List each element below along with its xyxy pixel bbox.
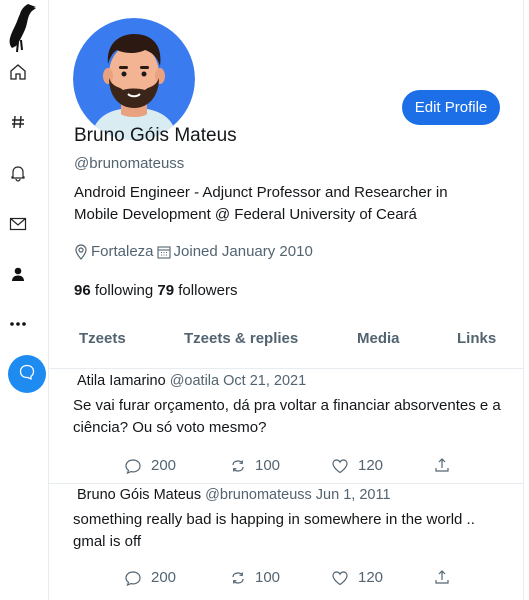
tweet-date: Oct 21, 2021 [223,373,307,389]
compose-button[interactable] [8,355,46,393]
tweet-text: something really bad is happing in somew… [73,511,475,550]
retweet-icon [232,459,244,472]
divider [49,368,523,369]
like-button[interactable]: 120 [331,569,383,586]
bell-icon[interactable] [8,163,28,183]
tweet-actions: 200 100 120 [49,457,523,477]
location-pin-icon [74,243,88,260]
following-count: 96 [74,282,91,299]
profile-main: Edit Profile Bruno Góis Mateus @brunomat… [48,0,524,600]
profile-joined: Joined January 2010 [173,243,313,260]
share-icon [435,458,449,472]
profile-meta: Fortaleza Joined January 2010 [74,243,313,260]
tab-tzeets-replies[interactable]: Tzeets & replies [184,330,298,347]
following-link[interactable]: 96 following [74,282,153,299]
tab-links[interactable]: Links [457,330,496,347]
tweet-author[interactable]: Bruno Góis Mateus [77,487,201,503]
tweet-header: Bruno Góis Mateus @brunomateuss Jun 1, 2… [77,487,391,503]
like-icon [332,458,348,473]
raven-logo-icon[interactable] [6,2,40,59]
reply-icon [125,458,141,474]
mail-icon[interactable] [8,214,28,234]
reply-count: 200 [151,457,177,474]
tweet-author[interactable]: Atila Iamarino [77,373,166,389]
profile-bio: Android Engineer - Adjunct Professor and… [74,184,448,223]
share-button[interactable] [434,457,459,473]
calendar-icon [156,245,171,259]
retweet-count: 100 [255,457,281,474]
tab-tzeets[interactable]: Tzeets [79,330,126,347]
divider [49,483,523,484]
followers-count: 79 [157,282,175,299]
reply-button[interactable]: 200 [124,569,176,586]
reply-icon [125,570,141,586]
more-icon[interactable] [8,314,28,334]
profile-tabs: Tzeets Tzeets & replies Media Links [49,330,523,360]
tweet-handle[interactable]: @brunomateuss [205,487,312,503]
followers-label: followers [178,282,238,299]
avatar [73,18,195,140]
tweet-handle[interactable]: @oatila [170,373,219,389]
reply-button[interactable]: 200 [124,457,176,474]
sidebar-nav [0,0,48,600]
tweet-item[interactable]: Atila Iamarino @oatila Oct 21, 2021 Se v… [49,373,523,483]
tweet-actions: 200 100 120 [49,569,523,589]
reply-count: 200 [151,569,177,586]
profile-location: Fortaleza [91,243,154,260]
share-button[interactable] [434,569,459,585]
edit-profile-button[interactable]: Edit Profile [402,90,500,125]
tweet-item[interactable]: Bruno Góis Mateus @brunomateuss Jun 1, 2… [49,487,523,599]
like-icon [332,570,348,585]
tweet-header: Atila Iamarino @oatila Oct 21, 2021 [77,373,306,389]
compose-icon [18,363,36,386]
follow-stats: 96 following 79 followers [74,282,237,299]
like-count: 120 [358,457,384,474]
tweet-date: Jun 1, 2011 [315,487,391,503]
tweet-text: Se vai furar orçamento, dá pra voltar a … [73,397,501,436]
like-count: 120 [358,569,384,586]
following-label: following [94,282,154,299]
tab-media[interactable]: Media [357,330,400,347]
retweet-count: 100 [255,569,281,586]
home-icon[interactable] [8,62,28,82]
followers-link[interactable]: 79 followers [157,282,237,299]
profile-name: Bruno Góis Mateus [74,125,237,146]
retweet-icon [232,571,244,584]
hashtag-icon[interactable] [8,112,28,132]
like-button[interactable]: 120 [331,457,383,474]
user-icon[interactable] [8,264,28,284]
profile-handle: @brunomateuss [74,155,185,172]
retweet-button[interactable]: 100 [230,457,280,474]
share-icon [435,570,449,584]
retweet-button[interactable]: 100 [230,569,280,586]
